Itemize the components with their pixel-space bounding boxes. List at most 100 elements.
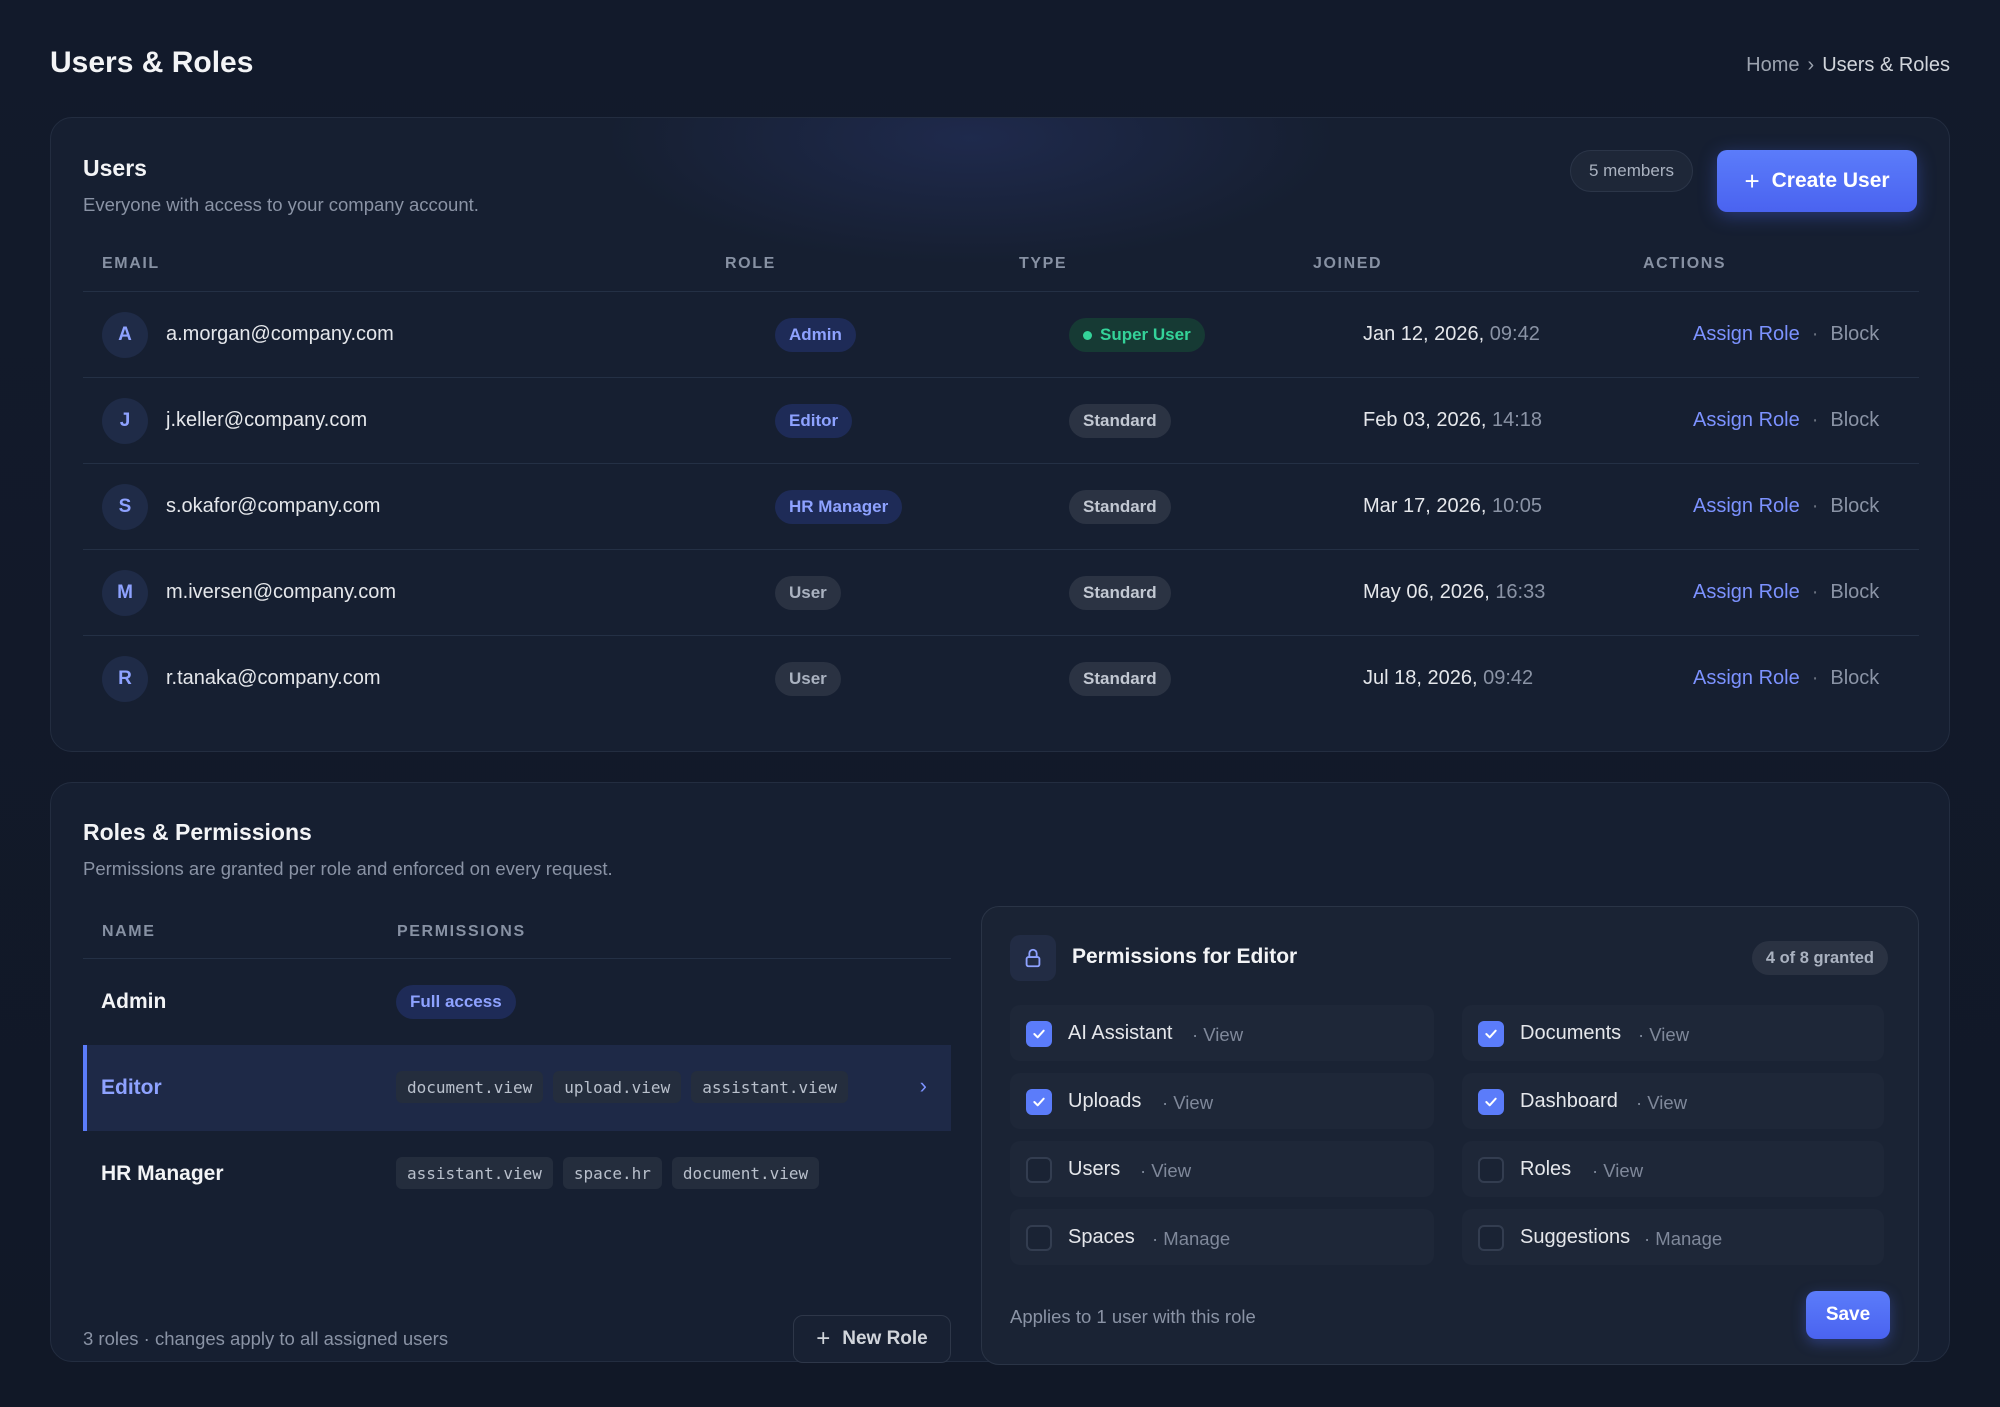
permission-label: Documents <box>1520 1022 1622 1044</box>
permission-item-users[interactable]: Users · View <box>1010 1141 1434 1197</box>
permission-scope: · View <box>1192 1024 1244 1045</box>
joined-time-value: 09:42 <box>1489 323 1540 345</box>
plus-icon: + <box>1744 166 1760 196</box>
assign-role-link[interactable]: Assign Role <box>1693 409 1800 432</box>
permission-item-dashboard[interactable]: Dashboard · View <box>1462 1073 1884 1129</box>
role-row-editor[interactable]: Editor document.view upload.view assista… <box>83 1045 951 1131</box>
joined-date-value: Feb 03, 2026, <box>1363 409 1487 431</box>
user-email: a.morgan@company.com <box>166 323 394 345</box>
checkbox[interactable] <box>1478 1225 1504 1251</box>
roles-card-title: Roles & Permissions <box>83 819 312 845</box>
role-name: HR Manager <box>101 1162 224 1185</box>
permission-chip: assistant.view <box>396 1157 553 1189</box>
role-name: Editor <box>101 1076 162 1099</box>
row-actions: Assign Role · Block <box>1693 495 1879 518</box>
permission-item-ai-assistant[interactable]: AI Assistant · View <box>1010 1005 1434 1061</box>
permissions-footer-text: Applies to 1 user with this role <box>1010 1306 1256 1327</box>
permission-label: Users <box>1068 1158 1121 1180</box>
avatar: M <box>102 570 148 616</box>
check-icon <box>1485 1029 1497 1039</box>
role-row-admin[interactable]: Admin Full access <box>83 959 951 1045</box>
column-header-type: TYPE <box>1019 255 1068 272</box>
permission-scope: · Manage <box>1644 1228 1723 1249</box>
checkbox[interactable] <box>1026 1021 1052 1047</box>
joined-date-value: Jul 18, 2026, <box>1363 667 1478 689</box>
role-name: Admin <box>101 990 167 1013</box>
permission-item-uploads[interactable]: Uploads · View <box>1010 1073 1434 1129</box>
permission-label: Spaces <box>1068 1226 1135 1248</box>
permissions-panel-title: Permissions for Editor <box>1072 945 1298 968</box>
roles-footer-text: 3 roles · changes apply to all assigned … <box>83 1328 449 1349</box>
avatar: S <box>102 484 148 530</box>
block-user-link[interactable]: Block <box>1830 667 1879 690</box>
assign-role-link[interactable]: Assign Role <box>1693 581 1800 604</box>
role-row-hr-manager[interactable]: HR Manager assistant.view space.hr docum… <box>83 1131 951 1217</box>
block-user-link[interactable]: Block <box>1830 409 1879 432</box>
breadcrumb-home-link[interactable]: Home <box>1746 54 1799 77</box>
permission-scope: · View <box>1638 1024 1690 1045</box>
joined-date-value: Mar 17, 2026, <box>1363 495 1487 517</box>
role-badge: HR Manager <box>775 490 903 524</box>
create-user-button[interactable]: + Create User <box>1717 150 1917 212</box>
checkbox[interactable] <box>1026 1089 1052 1115</box>
permission-label: Dashboard <box>1520 1090 1618 1112</box>
joined-time-value: 10:05 <box>1491 495 1543 517</box>
full-access-badge: Full access <box>396 985 516 1019</box>
row-actions: Assign Role · Block <box>1693 409 1879 432</box>
permission-chip: upload.view <box>553 1071 682 1103</box>
permission-chips: assistant.view space.hr document.view <box>396 1157 820 1189</box>
permission-label: Roles <box>1520 1158 1572 1180</box>
lock-icon <box>1010 935 1056 981</box>
column-header-role: ROLE <box>725 255 776 272</box>
joined-time-value: 09:42 <box>1483 667 1534 689</box>
check-icon <box>1033 1097 1045 1107</box>
assign-role-link[interactable]: Assign Role <box>1693 323 1800 346</box>
granted-count-badge: 4 of 8 granted <box>1751 941 1888 975</box>
user-email: j.keller@company.com <box>166 409 368 431</box>
assign-role-link[interactable]: Assign Role <box>1693 495 1800 518</box>
avatar: R <box>102 656 148 702</box>
joined-date: Jul 18, 2026, 09:42 <box>1363 667 1533 690</box>
row-actions: Assign Role · Block <box>1693 323 1879 346</box>
checkbox[interactable] <box>1026 1225 1052 1251</box>
new-role-label: New Role <box>842 1328 928 1349</box>
joined-date: Feb 03, 2026, 14:18 <box>1363 409 1542 432</box>
breadcrumb-separator: › <box>1807 54 1815 76</box>
checkbox[interactable] <box>1478 1089 1504 1115</box>
assign-role-link[interactable]: Assign Role <box>1693 667 1800 690</box>
checkbox[interactable] <box>1026 1157 1052 1183</box>
permission-item-suggestions[interactable]: Suggestions · Manage <box>1462 1209 1884 1265</box>
user-email: r.tanaka@company.com <box>166 667 381 689</box>
avatar: J <box>102 398 148 444</box>
joined-time-value: 14:18 <box>1492 409 1543 431</box>
chevron-right-icon: › <box>919 1073 927 1098</box>
new-role-button[interactable]: + New Role <box>793 1315 951 1363</box>
status-dot-icon <box>1083 330 1092 340</box>
roles-card-subtitle: Permissions are granted per role and enf… <box>83 858 613 879</box>
table-row: S s.okafor@company.com HR Manager Standa… <box>83 463 1919 549</box>
role-badge: Editor <box>775 404 853 438</box>
joined-date-value: Jan 12, 2026, <box>1363 323 1485 345</box>
breadcrumb: Home › Users & Roles <box>1746 54 1950 77</box>
permission-item-documents[interactable]: Documents · View <box>1462 1005 1884 1061</box>
table-row: M m.iversen@company.com User Standard Ma… <box>83 549 1919 635</box>
checkbox[interactable] <box>1478 1021 1504 1047</box>
permission-item-roles[interactable]: Roles · View <box>1462 1141 1884 1197</box>
actions-separator: · <box>1811 495 1819 517</box>
checkbox[interactable] <box>1478 1157 1504 1183</box>
block-user-link[interactable]: Block <box>1830 323 1879 346</box>
block-user-link[interactable]: Block <box>1830 581 1879 604</box>
joined-time-value: 16:33 <box>1495 581 1546 603</box>
save-button[interactable]: Save <box>1806 1291 1890 1339</box>
permission-item-spaces[interactable]: Spaces · Manage <box>1010 1209 1434 1265</box>
permission-scope: · View <box>1592 1160 1644 1181</box>
role-badge: User <box>775 576 841 610</box>
block-user-link[interactable]: Block <box>1830 495 1879 518</box>
type-badge: Super User <box>1069 318 1205 352</box>
permission-scope: · Manage <box>1152 1228 1231 1249</box>
joined-date: Jan 12, 2026, 09:42 <box>1363 323 1540 346</box>
permissions-panel: Permissions for Editor 4 of 8 granted AI… <box>981 906 1919 1365</box>
users-card-title: Users <box>83 155 147 181</box>
user-email: s.okafor@company.com <box>166 495 381 517</box>
type-badge: Standard <box>1069 404 1171 438</box>
